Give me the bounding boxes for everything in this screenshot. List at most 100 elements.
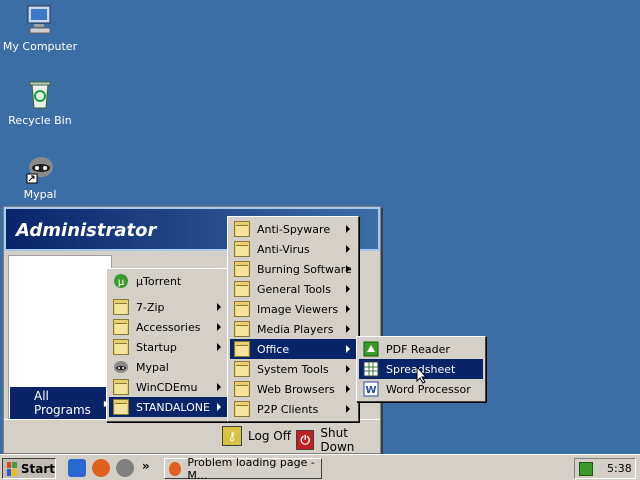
submenu-arrow-icon bbox=[346, 325, 350, 333]
menu-item-label: Anti-Virus bbox=[257, 242, 310, 256]
menu-item-startup[interactable]: Startup bbox=[109, 337, 227, 357]
quicklaunch-ie-icon[interactable] bbox=[68, 459, 86, 477]
menu-item-label: Office bbox=[257, 342, 290, 356]
all-programs-button[interactable]: All Programs ▶ bbox=[10, 387, 110, 419]
menu-item-label: µTorrent bbox=[136, 274, 182, 288]
shut-down-button[interactable]: ⏻ Shut Down bbox=[296, 426, 380, 454]
submenu-arrow-icon bbox=[217, 323, 221, 331]
menu-item-web-browsers[interactable]: Web Browsers bbox=[230, 379, 356, 399]
menu-item-label: General Tools bbox=[257, 282, 331, 296]
desktop-icon-label: My Computer bbox=[2, 40, 78, 53]
log-off-icon: ⚷ bbox=[222, 426, 242, 446]
menu-item-7zip[interactable]: 7-Zip bbox=[109, 297, 227, 317]
desktop-icon-label: Recycle Bin bbox=[8, 114, 72, 127]
submenu-arrow-icon bbox=[346, 345, 350, 353]
recycle-bin-icon bbox=[24, 78, 56, 110]
folder-icon bbox=[234, 361, 250, 377]
submenu-arrow-icon bbox=[346, 265, 350, 273]
folder-icon bbox=[113, 319, 129, 335]
menu-item-accessories[interactable]: Accessories bbox=[109, 317, 227, 337]
utorrent-icon: µ bbox=[113, 273, 129, 289]
menu-item-label: Word Processor bbox=[386, 382, 471, 396]
start-button[interactable]: Start bbox=[2, 458, 56, 479]
menu-item-label: Mypal bbox=[136, 360, 169, 374]
menu-item-media-players[interactable]: Media Players bbox=[230, 319, 356, 339]
menu-item-mypal[interactable]: Mypal bbox=[109, 357, 227, 377]
folder-icon bbox=[234, 341, 250, 357]
quicklaunch-mypal-icon[interactable] bbox=[116, 459, 134, 477]
start-label: Start bbox=[20, 461, 55, 476]
taskbar-window-label: Problem loading page - M... bbox=[187, 455, 315, 480]
mypal-icon bbox=[113, 359, 129, 375]
mouse-cursor-icon bbox=[416, 365, 428, 387]
menu-item-office[interactable]: Office bbox=[230, 339, 356, 359]
submenu-arrow-icon bbox=[346, 285, 350, 293]
clock[interactable]: 5:38 bbox=[607, 462, 632, 475]
desktop-icon-mypal[interactable]: Mypal bbox=[0, 152, 80, 201]
quicklaunch-more-icon[interactable]: » bbox=[142, 459, 150, 473]
menu-item-label: Anti-Spyware bbox=[257, 222, 331, 236]
folder-icon bbox=[113, 399, 129, 415]
menu-item-pdf-reader[interactable]: PDF Reader bbox=[359, 339, 483, 359]
submenu-arrow-icon bbox=[346, 405, 350, 413]
menu-item-label: Startup bbox=[136, 340, 177, 354]
menu-item-label: System Tools bbox=[257, 362, 329, 376]
folder-icon bbox=[113, 299, 129, 315]
shut-down-label: Shut Down bbox=[320, 426, 355, 454]
quicklaunch-browser-icon[interactable] bbox=[92, 459, 110, 477]
submenu-arrow-icon bbox=[217, 403, 221, 411]
menu-item-system-tools[interactable]: System Tools bbox=[230, 359, 356, 379]
taskbar: Start » Problem loading page - M... 5:38 bbox=[0, 454, 640, 480]
svg-text:µ: µ bbox=[118, 277, 125, 288]
menu-item-label: Burning Software bbox=[257, 262, 352, 276]
menu-item-burning-software[interactable]: Burning Software bbox=[230, 259, 356, 279]
menu-item-wincdemu[interactable]: WinCDEmu bbox=[109, 377, 227, 397]
folder-icon bbox=[234, 241, 250, 257]
svg-text:W: W bbox=[365, 385, 376, 396]
desktop-icon-recycle-bin[interactable]: Recycle Bin bbox=[0, 78, 80, 127]
firefox-icon bbox=[169, 461, 182, 476]
spreadsheet-icon bbox=[363, 361, 379, 377]
folder-icon bbox=[234, 321, 250, 337]
menu-item-p2p-clients[interactable]: P2P Clients bbox=[230, 399, 356, 419]
system-tray: 5:38 bbox=[574, 458, 636, 479]
menu-item-label: STANDALONE bbox=[136, 400, 210, 414]
menu-item-label: PDF Reader bbox=[386, 342, 450, 356]
all-programs-label: All Programs bbox=[34, 389, 91, 417]
menu-item-anti-spyware[interactable]: Anti-Spyware bbox=[230, 219, 356, 239]
desktop-icon-label: Mypal bbox=[23, 188, 57, 201]
submenu-arrow-icon bbox=[346, 365, 350, 373]
folder-icon bbox=[234, 381, 250, 397]
programs-menu: µ µTorrent 7-Zip Accessories Startup Myp… bbox=[106, 268, 230, 422]
windows-logo-icon bbox=[7, 461, 17, 476]
standalone-menu: Anti-Spyware Anti-Virus Burning Software… bbox=[227, 216, 359, 422]
folder-icon bbox=[234, 301, 250, 317]
log-off-label: Log Off bbox=[248, 429, 291, 443]
power-icon: ⏻ bbox=[296, 430, 315, 450]
menu-item-utorrent[interactable]: µ µTorrent bbox=[109, 271, 227, 291]
submenu-arrow-icon bbox=[346, 225, 350, 233]
submenu-arrow-icon bbox=[346, 385, 350, 393]
network-icon[interactable] bbox=[579, 461, 593, 476]
taskbar-window-button[interactable]: Problem loading page - M... bbox=[164, 455, 322, 480]
submenu-arrow-icon bbox=[346, 245, 350, 253]
folder-icon bbox=[234, 221, 250, 237]
submenu-arrow-icon bbox=[217, 303, 221, 311]
menu-item-anti-virus[interactable]: Anti-Virus bbox=[230, 239, 356, 259]
menu-item-image-viewers[interactable]: Image Viewers bbox=[230, 299, 356, 319]
submenu-arrow-icon bbox=[217, 343, 221, 351]
desktop-icon-my-computer[interactable]: My Computer bbox=[0, 4, 80, 53]
submenu-arrow-icon bbox=[217, 383, 221, 391]
menu-item-general-tools[interactable]: General Tools bbox=[230, 279, 356, 299]
menu-item-label: Accessories bbox=[136, 320, 201, 334]
folder-icon bbox=[113, 339, 129, 355]
menu-item-label: P2P Clients bbox=[257, 402, 319, 416]
menu-item-standalone[interactable]: STANDALONE bbox=[109, 397, 227, 417]
menu-item-label: 7-Zip bbox=[136, 300, 165, 314]
menu-item-label: Web Browsers bbox=[257, 382, 335, 396]
pdf-reader-icon bbox=[363, 341, 379, 357]
folder-icon bbox=[234, 401, 250, 417]
menu-item-label: WinCDEmu bbox=[136, 380, 198, 394]
my-computer-icon bbox=[24, 4, 56, 36]
log-off-button[interactable]: ⚷ Log Off bbox=[222, 426, 291, 446]
